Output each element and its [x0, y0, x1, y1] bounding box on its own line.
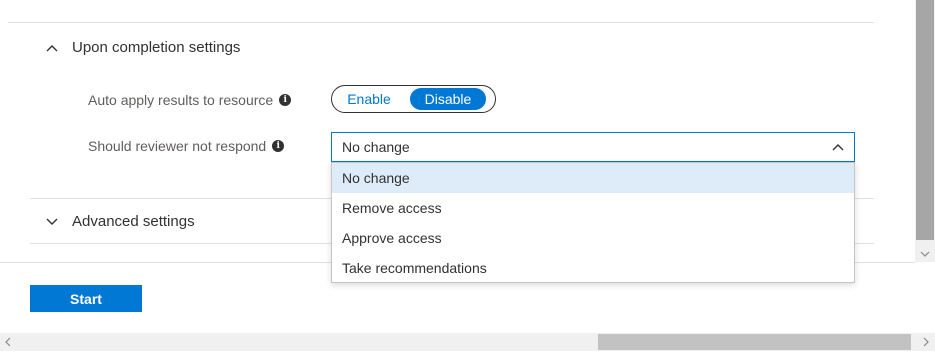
vertical-scrollbar-thumb[interactable] — [916, 0, 934, 240]
info-icon[interactable]: i — [272, 140, 285, 152]
reviewer-response-value: No change — [342, 139, 410, 155]
completion-settings-title: Upon completion settings — [72, 39, 241, 56]
scroll-left-icon[interactable] — [4, 336, 12, 352]
reviewer-label: Should reviewer not respond i — [88, 138, 285, 154]
dropdown-option-no-change[interactable]: No change — [332, 163, 854, 193]
reviewer-response-select[interactable]: No change — [331, 132, 855, 162]
scroll-right-icon[interactable] — [922, 336, 930, 352]
info-icon[interactable]: i — [279, 94, 292, 106]
dropdown-option-take-recommendations[interactable]: Take recommendations — [332, 253, 854, 283]
dropdown-option-approve-access[interactable]: Approve access — [332, 223, 854, 253]
advanced-settings-title: Advanced settings — [72, 213, 195, 230]
chevron-down-icon — [44, 214, 60, 230]
disable-option[interactable]: Disable — [410, 88, 486, 110]
auto-apply-label: Auto apply results to resource i — [88, 92, 292, 108]
enable-option[interactable]: Enable — [334, 88, 404, 110]
section-divider — [8, 22, 874, 23]
dropdown-option-remove-access[interactable]: Remove access — [332, 193, 854, 223]
chevron-up-icon — [832, 143, 844, 151]
reviewer-label-text: Should reviewer not respond — [88, 138, 267, 154]
auto-apply-label-text: Auto apply results to resource — [88, 92, 274, 108]
auto-apply-toggle: Enable Disable — [331, 85, 496, 113]
reviewer-response-dropdown: No change Remove access Approve access T… — [331, 162, 855, 283]
chevron-up-icon — [44, 40, 60, 56]
start-button[interactable]: Start — [30, 285, 142, 312]
horizontal-scrollbar-thumb[interactable] — [598, 334, 911, 350]
scroll-down-icon[interactable] — [919, 246, 931, 262]
completion-settings-header[interactable]: Upon completion settings — [44, 39, 240, 56]
advanced-settings-header[interactable]: Advanced settings — [44, 213, 195, 230]
